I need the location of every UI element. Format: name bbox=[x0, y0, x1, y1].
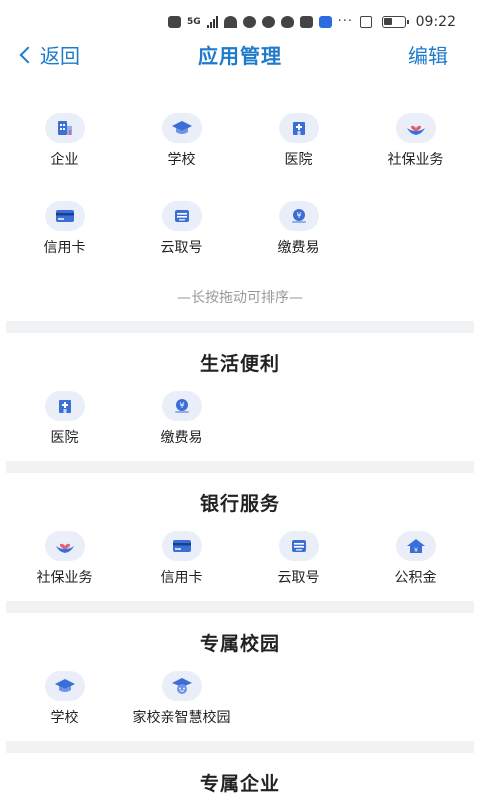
section-title: 专属企业 bbox=[199, 773, 280, 795]
ball-icon bbox=[261, 15, 275, 28]
heart-hands-icon bbox=[44, 531, 85, 561]
status-right: 09:22 bbox=[359, 14, 456, 30]
app-label: 云取号 bbox=[277, 570, 320, 586]
campus-grid: 学校 家校亲智慧校园 bbox=[6, 671, 474, 751]
app-label: 学校 bbox=[50, 710, 79, 726]
svg-text:¥: ¥ bbox=[414, 547, 418, 554]
app-item[interactable]: 医院 bbox=[240, 113, 357, 193]
payment-icon: ¥ bbox=[278, 201, 319, 231]
app-item[interactable]: 信用卡 bbox=[123, 531, 240, 611]
section-title: 银行服务 bbox=[199, 493, 280, 515]
credit-card-icon bbox=[161, 531, 202, 561]
app-label: 家校亲智慧校园 bbox=[132, 710, 231, 726]
app-item[interactable]: 学校 bbox=[123, 113, 240, 193]
graduation-cap-icon bbox=[44, 671, 85, 701]
network-type: 5G bbox=[187, 16, 201, 27]
camera-icon bbox=[299, 15, 313, 28]
sort-hint: —长按拖动可排序— bbox=[177, 290, 303, 306]
app-label: 缴费易 bbox=[277, 240, 320, 256]
edit-button[interactable]: 编辑 bbox=[408, 40, 448, 69]
app-item[interactable]: 医院 bbox=[6, 391, 123, 471]
qq-icon bbox=[280, 15, 294, 28]
app-label: 公积金 bbox=[394, 570, 437, 586]
app-item[interactable]: 企业 bbox=[6, 113, 123, 193]
my-apps-grid: 企业 学校 医院 社保业务信用卡 云取号 ¥ 缴费易 bbox=[6, 113, 474, 281]
app-label: 学校 bbox=[167, 152, 196, 168]
hd-icon bbox=[168, 15, 181, 28]
wifi-icon bbox=[223, 15, 237, 28]
nav-bar: 返回 应用管理 编辑 bbox=[0, 40, 480, 74]
app-label: 社保业务 bbox=[36, 570, 93, 586]
app-label: 云取号 bbox=[160, 240, 203, 256]
building-icon bbox=[44, 113, 85, 143]
hospital-icon bbox=[278, 113, 319, 143]
credit-card-icon bbox=[44, 201, 85, 231]
chat-icon bbox=[242, 15, 256, 28]
heart-hands-icon bbox=[395, 113, 436, 143]
section-divider bbox=[6, 741, 474, 753]
house-fund-icon: ¥ bbox=[395, 531, 436, 561]
app-label: 医院 bbox=[50, 430, 79, 446]
section-title: 生活便利 bbox=[199, 353, 280, 375]
app-item[interactable]: ¥ 公积金 bbox=[357, 531, 474, 611]
app-notification-icon bbox=[318, 15, 332, 28]
status-icons: 5G ··· bbox=[168, 14, 353, 29]
app-label: 医院 bbox=[284, 152, 313, 168]
hospital-icon bbox=[44, 391, 85, 421]
battery-icon bbox=[381, 16, 409, 28]
app-item[interactable]: ¥ 缴费易 bbox=[123, 391, 240, 471]
ticket-icon bbox=[278, 531, 319, 561]
life-convenience-grid: 医院 ¥ 缴费易 bbox=[6, 391, 474, 471]
more-notifications: ··· bbox=[337, 14, 354, 29]
app-label: 社保业务 bbox=[387, 152, 444, 168]
nfc-icon bbox=[359, 16, 372, 28]
payment-icon: ¥ bbox=[161, 391, 202, 421]
svg-text:¥: ¥ bbox=[179, 401, 184, 410]
section-title: 专属校园 bbox=[199, 633, 280, 655]
app-item[interactable]: 家校亲智慧校园 bbox=[123, 671, 240, 751]
svg-text:¥: ¥ bbox=[296, 211, 301, 220]
smart-campus-icon bbox=[161, 671, 202, 701]
signal-icon bbox=[206, 15, 218, 28]
section-divider bbox=[6, 461, 474, 473]
clock: 09:22 bbox=[415, 14, 456, 30]
app-label: 企业 bbox=[50, 152, 79, 168]
app-label: 缴费易 bbox=[160, 430, 203, 446]
app-item[interactable]: 云取号 bbox=[240, 531, 357, 611]
section-divider bbox=[6, 601, 474, 613]
app-label: 信用卡 bbox=[43, 240, 86, 256]
app-label: 信用卡 bbox=[160, 570, 203, 586]
ticket-icon bbox=[161, 201, 202, 231]
app-item[interactable]: 社保业务 bbox=[6, 531, 123, 611]
app-item[interactable]: 社保业务 bbox=[357, 113, 474, 193]
app-item[interactable]: 云取号 bbox=[123, 201, 240, 281]
graduation-cap-icon bbox=[161, 113, 202, 143]
section-divider bbox=[6, 321, 474, 333]
app-item[interactable]: 信用卡 bbox=[6, 201, 123, 281]
status-bar: 5G ··· 09:22 bbox=[0, 0, 480, 40]
bank-services-grid: 社保业务 信用卡 云取号 ¥ 公积金 bbox=[6, 531, 474, 611]
app-item[interactable]: 学校 bbox=[6, 671, 123, 751]
app-item[interactable]: ¥ 缴费易 bbox=[240, 201, 357, 281]
